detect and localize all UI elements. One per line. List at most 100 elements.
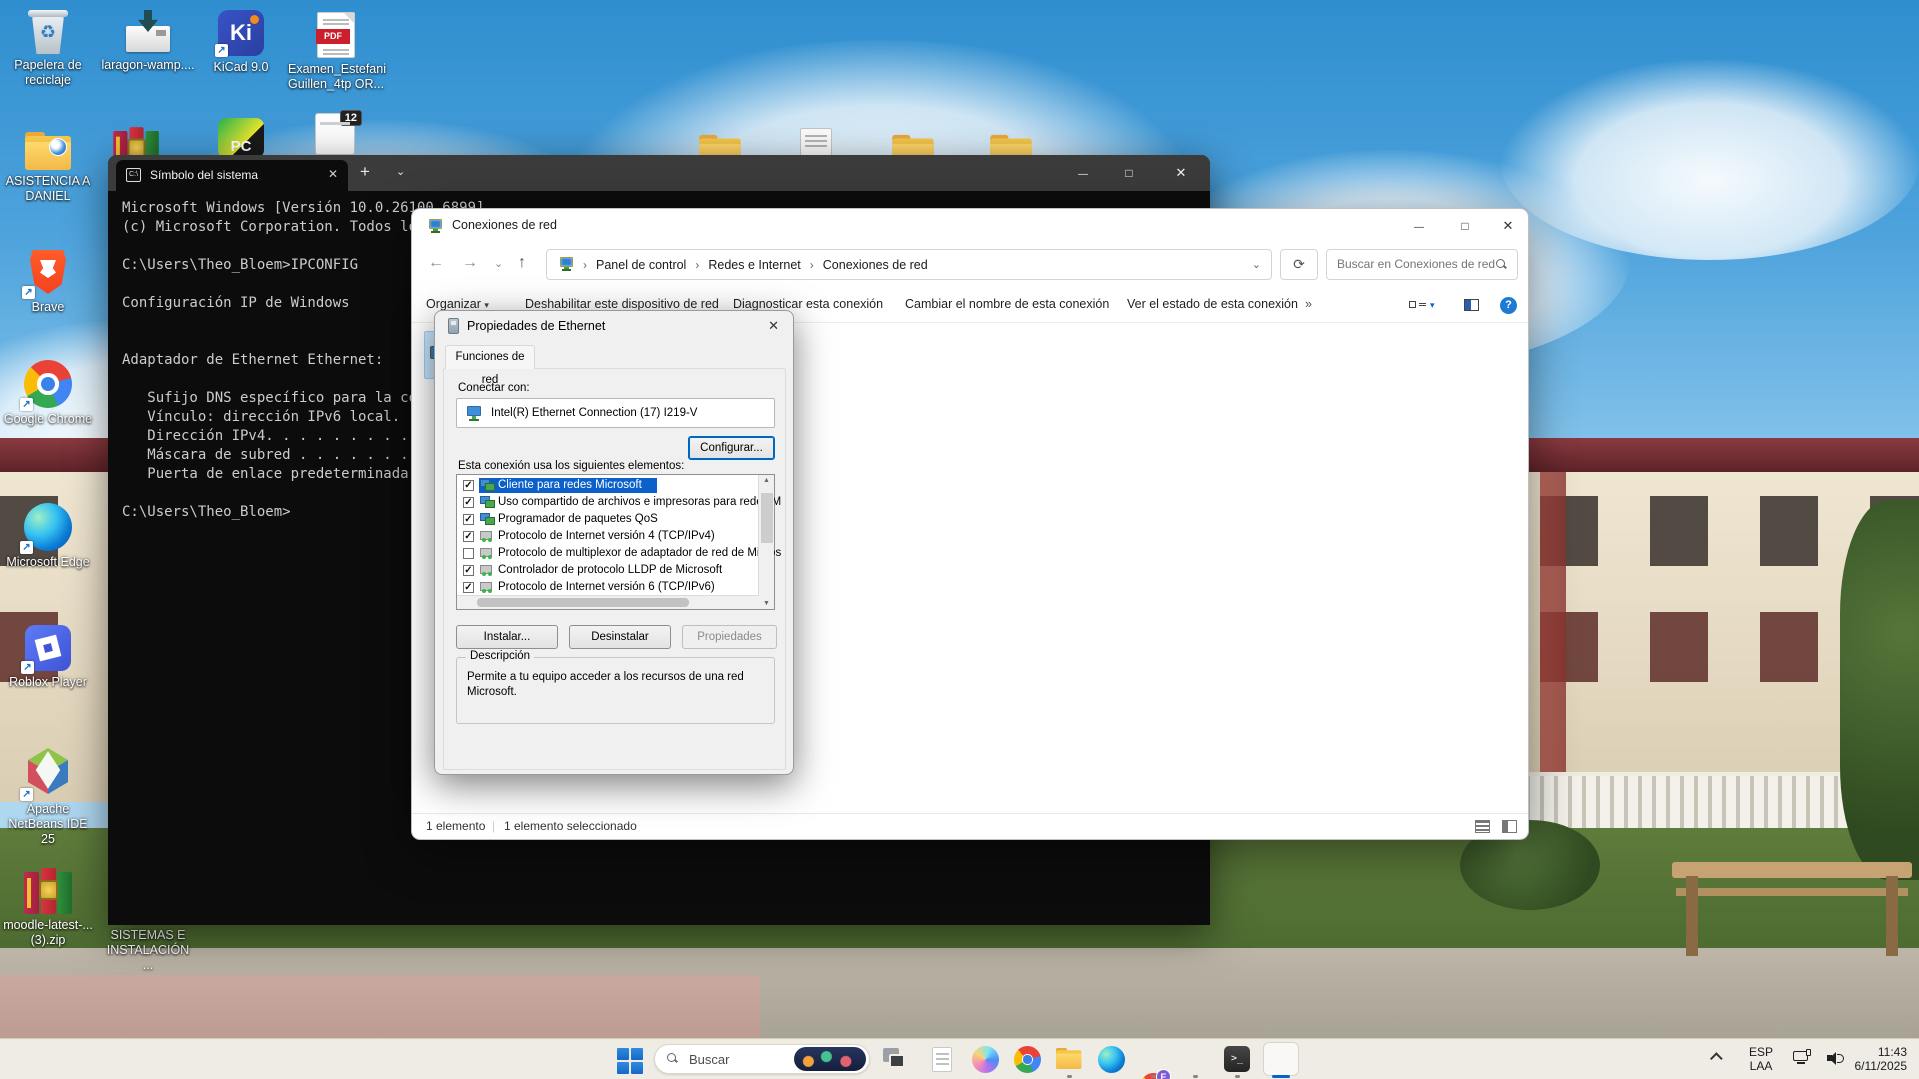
network-tray-icon[interactable]	[1793, 1051, 1811, 1065]
new-tab-button[interactable]: +	[360, 162, 370, 182]
address-dropdown-icon[interactable]: ⌄	[1252, 258, 1261, 271]
desktop-icon-asistencia-folder[interactable]: ASISTENCIA A DANIEL	[0, 132, 96, 204]
large-icons-view-button[interactable]	[1502, 820, 1517, 833]
details-view-button[interactable]	[1475, 820, 1490, 833]
horizontal-scrollbar[interactable]	[457, 595, 759, 609]
clock[interactable]: 11:43 6/11/2025	[1855, 1045, 1908, 1073]
list-item[interactable]: ✓ Programador de paquetes QoS	[457, 511, 742, 528]
shortcut-arrow-icon	[21, 661, 34, 674]
checkbox[interactable]: ✓	[463, 565, 474, 576]
desktop-icon-laragon[interactable]: laragon-wamp....	[100, 10, 196, 73]
breadcrumb-item-conexiones[interactable]: Conexiones de red	[823, 258, 928, 272]
hidden-icons-chevron[interactable]	[1710, 1052, 1723, 1065]
view-lines-icon	[1419, 303, 1426, 306]
minimize-button[interactable]	[1060, 155, 1106, 191]
checkbox[interactable]: ✓	[463, 480, 474, 491]
desktop-icon-pdf-exam[interactable]: PDF Examen_Estefani Guillen_4tp OR...	[288, 12, 384, 92]
preview-pane-button[interactable]	[1464, 297, 1479, 311]
desktop-icon-kicad[interactable]: Ki KiCad 9.0	[193, 10, 289, 75]
taskbar-terminal-button[interactable]: >_	[1224, 1046, 1251, 1073]
list-item[interactable]: ✓ Controlador de protocolo LLDP de Micro…	[457, 562, 742, 579]
volume-tray-icon[interactable]	[1827, 1052, 1843, 1065]
close-button[interactable]	[1152, 155, 1210, 191]
start-button[interactable]	[617, 1046, 644, 1073]
view-status-button[interactable]: Ver el estado de esta conexión	[1127, 297, 1298, 311]
taskbar-copilot-button[interactable]	[972, 1046, 999, 1073]
brave-icon	[26, 248, 70, 296]
close-button[interactable]: ✕	[768, 318, 779, 334]
language-indicator[interactable]: ESP LAA	[1749, 1045, 1773, 1073]
date: 6/11/2025	[1855, 1059, 1908, 1073]
taskbar-notepad-button[interactable]	[928, 1046, 955, 1073]
breadcrumb[interactable]: › Panel de control › Redes e Internet › …	[546, 249, 1272, 280]
close-button[interactable]	[1488, 209, 1528, 243]
desktop-icon-chrome[interactable]: Google Chrome	[0, 360, 96, 427]
desktop-icon-moodle-zip[interactable]: moodle-latest-... (3).zip	[0, 868, 96, 948]
minimize-button[interactable]	[1396, 209, 1442, 243]
scrollbar-thumb[interactable]	[477, 598, 689, 607]
maximize-button[interactable]	[1442, 209, 1488, 243]
description-text: Permite a tu equipo acceder a los recurs…	[467, 670, 744, 700]
list-item[interactable]: ✓ Uso compartido de archivos e impresora…	[457, 494, 742, 511]
scroll-down-icon[interactable]: ▼	[763, 600, 770, 607]
maximize-button[interactable]	[1106, 155, 1152, 191]
checkbox[interactable]: ✓	[463, 514, 474, 525]
forward-button[interactable]: →	[462, 254, 478, 272]
desktop-icon-roblox[interactable]: Roblox Player	[0, 625, 96, 690]
up-button[interactable]: ↑	[518, 254, 526, 272]
tab-dropdown-icon[interactable]: ⌄	[396, 165, 405, 178]
change-view-button[interactable]: ▾	[1409, 297, 1435, 311]
list-item[interactable]: Protocolo de multiplexor de adaptador de…	[457, 545, 742, 562]
terminal-tab[interactable]: C:\ Símbolo del sistema ✕	[116, 160, 348, 191]
install-button[interactable]: Instalar...	[456, 625, 558, 649]
network-items-list[interactable]: ✓ Cliente para redes Microsoft ✓ Uso com…	[456, 474, 775, 610]
checkbox[interactable]	[463, 548, 474, 559]
desktop-icon-recycle-bin[interactable]: ♻ Papelera de reciclaje	[0, 8, 96, 88]
more-commands-button[interactable]: »	[1305, 297, 1312, 311]
scrollbar-thumb[interactable]	[761, 493, 773, 543]
desktop-icon-sistemas-label[interactable]: SISTEMAS E INSTALACIÓN ...	[100, 924, 196, 973]
back-button[interactable]: ←	[428, 254, 444, 272]
properties-button[interactable]: Propiedades	[682, 625, 777, 649]
search-box[interactable]: Buscar en Conexiones de red	[1326, 249, 1518, 280]
list-item[interactable]: ✓ Protocolo de Internet versión 4 (TCP/I…	[457, 528, 742, 545]
checkbox[interactable]: ✓	[463, 531, 474, 542]
taskbar-chrome-button[interactable]	[1014, 1046, 1041, 1073]
tab-close-icon[interactable]: ✕	[328, 167, 338, 181]
search-highlight-image[interactable]	[794, 1047, 866, 1071]
list-item[interactable]: ✓ Cliente para redes Microsoft	[457, 477, 742, 494]
location-icon	[557, 257, 574, 272]
diagnose-connection-button[interactable]: Diagnosticar esta conexión	[733, 297, 883, 311]
status-bar: 1 elemento | 1 elemento seleccionado	[412, 813, 1528, 839]
disable-device-button[interactable]: Deshabilitar este dispositivo de red	[525, 297, 719, 311]
tab-funciones-de-red[interactable]: Funciones de red	[445, 345, 535, 369]
configure-button[interactable]: Configurar...	[688, 436, 775, 460]
rename-connection-button[interactable]: Cambiar el nombre de esta conexión	[905, 297, 1109, 311]
desktop-icon-brave[interactable]: Brave	[0, 248, 96, 315]
taskbar-edge-button[interactable]	[1098, 1046, 1125, 1073]
taskbar-search[interactable]: Buscar	[654, 1044, 870, 1074]
breadcrumb-item-control-panel[interactable]: Panel de control	[596, 258, 686, 272]
desktop-icon-pc-partial[interactable]: PC	[218, 118, 264, 158]
recent-locations-icon[interactable]: ⌄	[494, 257, 503, 270]
breadcrumb-item-redes[interactable]: Redes e Internet	[708, 258, 800, 272]
vertical-scrollbar[interactable]: ▲ ▼	[758, 475, 774, 609]
scroll-up-icon[interactable]: ▲	[763, 477, 770, 484]
uninstall-button[interactable]: Desinstalar	[569, 625, 671, 649]
taskbar: Buscar E >_ ESP LAA 11:43 6/11/2025	[0, 1038, 1919, 1079]
desktop-icon-calendar-partial[interactable]: 12	[315, 113, 355, 155]
checkbox[interactable]: ✓	[463, 582, 474, 593]
task-view-button[interactable]	[881, 1046, 908, 1073]
document-icon	[932, 1047, 952, 1072]
taskbar-explorer-button[interactable]	[1056, 1048, 1083, 1075]
ethernet-properties-dialog: Propiedades de Ethernet ✕ Funciones de r…	[434, 310, 794, 775]
organize-menu[interactable]: Organizar ▾	[426, 297, 489, 311]
list-item[interactable]: ✓ Protocolo de Internet versión 6 (TCP/I…	[457, 579, 742, 596]
desktop-icon-netbeans[interactable]: Apache NetBeans IDE 25	[0, 748, 96, 847]
checkbox[interactable]: ✓	[463, 497, 474, 508]
help-button[interactable]: ?	[1500, 297, 1517, 314]
desktop-icon-edge[interactable]: Microsoft Edge	[0, 503, 96, 570]
language-bottom: LAA	[1749, 1059, 1773, 1073]
refresh-button[interactable]: ⟳	[1280, 249, 1318, 280]
status-divider: |	[492, 819, 495, 833]
